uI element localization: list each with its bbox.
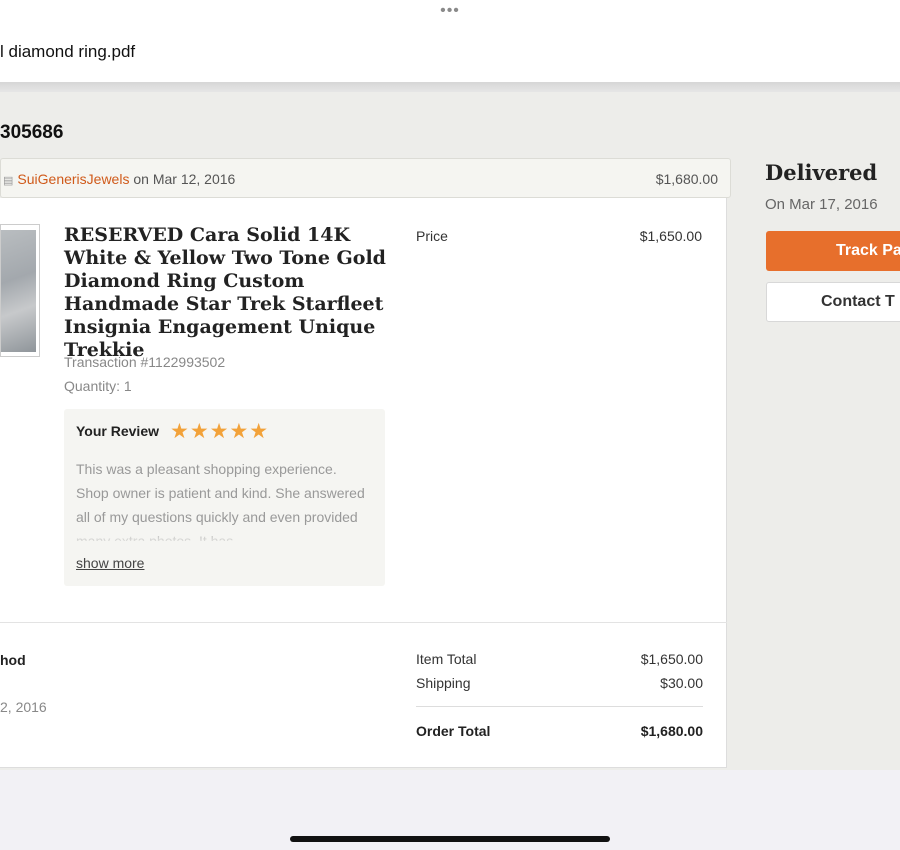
transaction-number: Transaction #1122993502 [64,354,226,370]
pdf-viewer-header: ••• l diamond ring.pdf [0,0,900,82]
shop-order-date: on Mar 12, 2016 [133,171,236,187]
track-package-button[interactable]: Track Pa [766,231,900,271]
order-total-label: Order Total [416,723,491,739]
item-total-row: Item Total $1,650.00 [416,651,703,667]
show-more-link[interactable]: show more [76,555,144,571]
item-total-label: Item Total [416,651,477,667]
section-divider [0,622,727,623]
review-heading: Your Review [76,423,159,439]
contact-shop-button[interactable]: Contact T [766,282,900,322]
more-options-icon[interactable]: ••• [0,2,900,20]
price-value: $1,650.00 [639,228,702,244]
shop-icon: ▤ [3,175,14,187]
shipping-row: Shipping $30.00 [416,675,703,691]
order-total-value: $1,680.00 [640,723,703,739]
delivery-status: Delivered [765,160,878,185]
shop-name-link[interactable]: SuiGenerisJewels [17,171,129,187]
item-total-value: $1,650.00 [640,651,703,667]
star-rating-icon: ★★★★★ [170,420,270,443]
shipping-value: $30.00 [660,675,703,691]
document-title: l diamond ring.pdf [0,42,136,61]
order-total-row: Order Total $1,680.00 [416,723,703,739]
shop-order-total: $1,680.00 [655,171,718,187]
order-number: 305686 [0,122,64,143]
shop-line: ▤ SuiGenerisJewels on Mar 12, 2016 [3,171,235,187]
review-fade [76,525,376,547]
payment-method-label: hod [0,652,26,668]
shipping-label: Shipping [416,675,471,691]
shop-bar: ▤ SuiGenerisJewels on Mar 12, 2016 $1,680… [0,158,731,198]
order-card: RESERVED Cara Solid 14K White & Yellow T… [0,198,727,768]
summary-divider [416,706,703,707]
payment-date: 2, 2016 [0,699,47,715]
header-divider [0,82,900,92]
review-box: Your Review ★★★★★ This was a pleasant sh… [64,409,385,586]
delivery-date: On Mar 17, 2016 [765,196,878,213]
price-label: Price [416,228,448,244]
item-title-link[interactable]: RESERVED Cara Solid 14K White & Yellow T… [64,224,389,362]
item-photo [1,230,36,352]
home-indicator[interactable] [290,836,610,842]
item-thumbnail[interactable] [0,224,40,357]
item-quantity: Quantity: 1 [64,378,132,394]
